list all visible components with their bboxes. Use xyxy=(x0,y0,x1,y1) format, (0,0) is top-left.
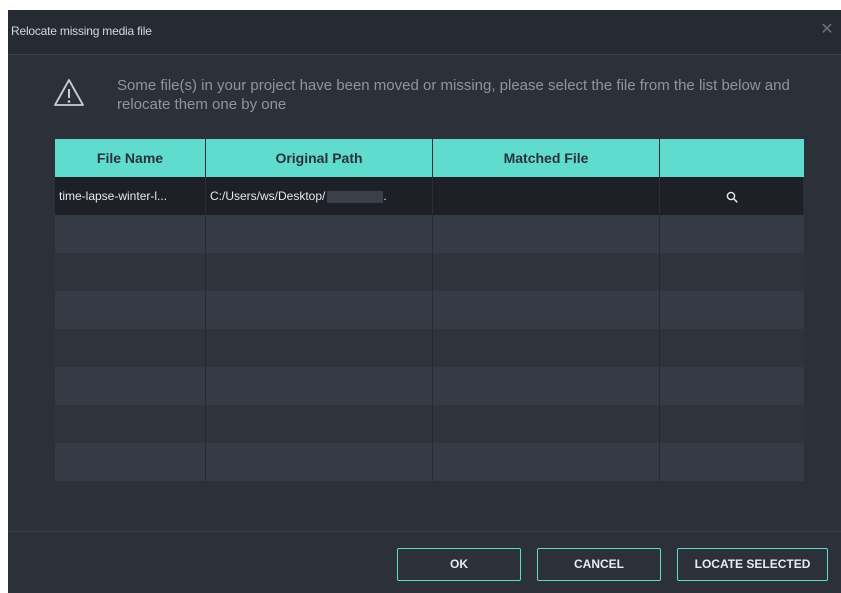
action-cell xyxy=(660,215,804,253)
matched-file-cell xyxy=(433,405,660,443)
matched-file-cell xyxy=(433,177,660,215)
action-cell xyxy=(660,443,804,481)
table-row[interactable] xyxy=(55,329,804,367)
original-path-text: C:/Users/ws/Desktop/ xyxy=(210,189,326,203)
column-header-action xyxy=(660,139,804,177)
action-cell xyxy=(660,367,804,405)
close-icon[interactable]: ✕ xyxy=(819,22,835,38)
dialog-footer: OK CANCEL LOCATE SELECTED xyxy=(8,531,841,593)
action-cell xyxy=(660,329,804,367)
matched-file-cell xyxy=(433,253,660,291)
dialog-titlebar: Relocate missing media file ✕ xyxy=(8,10,841,55)
column-header-original-path[interactable]: Original Path xyxy=(206,139,433,177)
table-row[interactable] xyxy=(55,215,804,253)
matched-file-cell xyxy=(433,367,660,405)
matched-file-cell xyxy=(433,329,660,367)
missing-files-table: File Name Original Path Matched File tim… xyxy=(55,139,804,481)
file-name-cell xyxy=(55,253,206,291)
ok-button[interactable]: OK xyxy=(397,548,521,581)
original-path-cell xyxy=(206,405,433,443)
matched-file-cell xyxy=(433,443,660,481)
table-row[interactable] xyxy=(55,443,804,481)
redacted-block xyxy=(327,190,384,203)
original-path-cell: C:/Users/ws/Desktop/. xyxy=(206,177,433,215)
search-icon[interactable] xyxy=(726,191,738,203)
file-name-cell xyxy=(55,367,206,405)
column-header-matched-file[interactable]: Matched File xyxy=(433,139,660,177)
original-path-cell xyxy=(206,253,433,291)
table-header: File Name Original Path Matched File xyxy=(55,139,804,177)
action-cell xyxy=(660,291,804,329)
dialog-title: Relocate missing media file xyxy=(11,24,152,38)
original-path-cell xyxy=(206,329,433,367)
locate-selected-button[interactable]: LOCATE SELECTED xyxy=(677,548,828,581)
file-name-cell xyxy=(55,405,206,443)
table-row[interactable] xyxy=(55,367,804,405)
path-suffix-text: . xyxy=(383,189,387,203)
matched-file-cell xyxy=(433,291,660,329)
file-name-cell xyxy=(55,291,206,329)
table-row[interactable]: time-lapse-winter-l... C:/Users/ws/Deskt… xyxy=(55,177,804,215)
table-row[interactable] xyxy=(55,253,804,291)
action-cell xyxy=(660,253,804,291)
action-cell xyxy=(660,405,804,443)
relocate-dialog: Relocate missing media file ✕ Some file(… xyxy=(8,10,841,593)
file-name-cell xyxy=(55,215,206,253)
original-path-cell xyxy=(206,443,433,481)
file-name-cell xyxy=(55,443,206,481)
original-path-cell xyxy=(206,367,433,405)
original-path-cell xyxy=(206,215,433,253)
cancel-button[interactable]: CANCEL xyxy=(537,548,661,581)
matched-file-cell xyxy=(433,215,660,253)
table-row[interactable] xyxy=(55,291,804,329)
file-name-cell xyxy=(55,329,206,367)
original-path-cell xyxy=(206,291,433,329)
column-header-file-name[interactable]: File Name xyxy=(55,139,206,177)
file-name-cell: time-lapse-winter-l... xyxy=(55,177,206,215)
search-cell xyxy=(660,177,804,215)
table-row[interactable] xyxy=(55,405,804,443)
warning-message: Some file(s) in your project have been m… xyxy=(117,77,790,113)
warning-icon xyxy=(54,79,84,106)
